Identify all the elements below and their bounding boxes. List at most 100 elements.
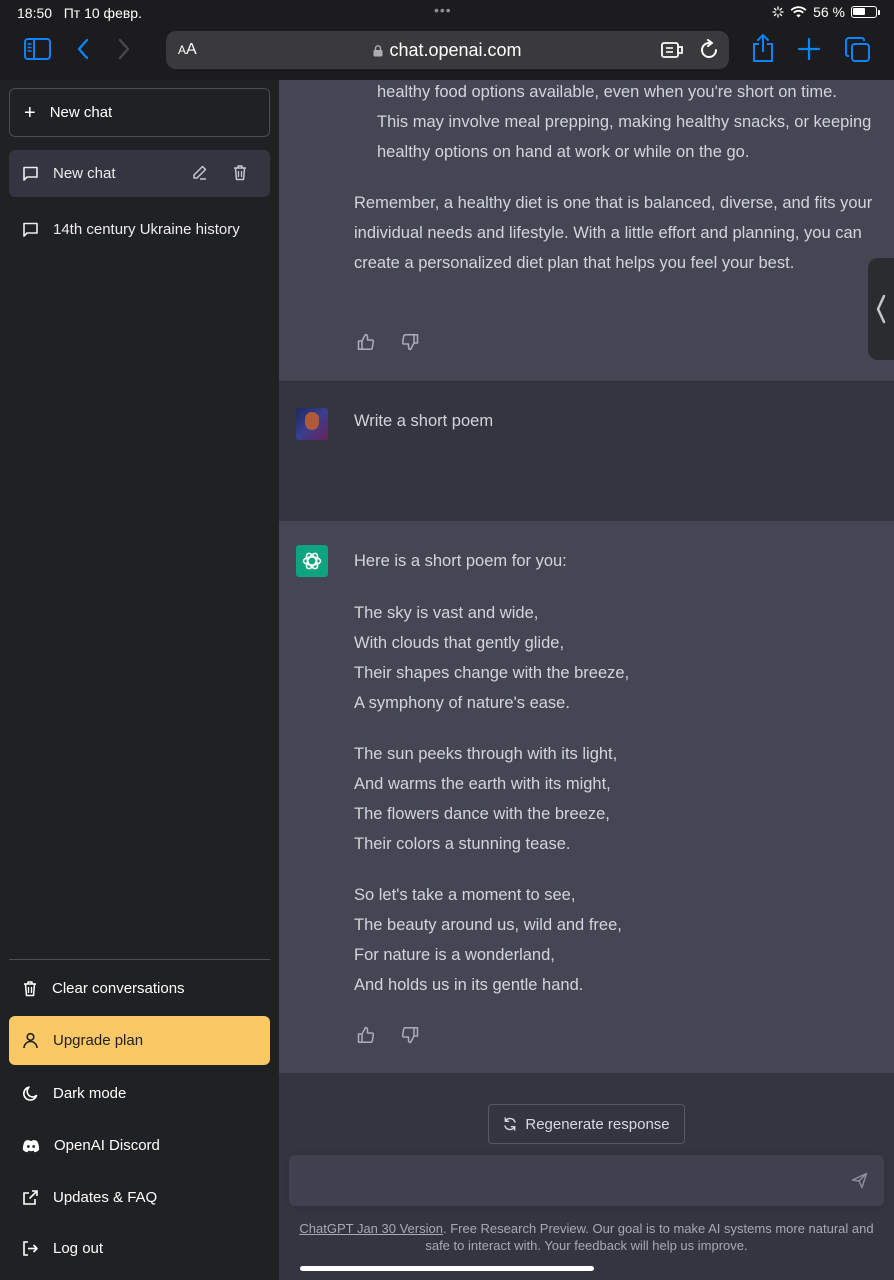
upgrade-plan-label: Upgrade plan — [53, 1032, 144, 1049]
thumbs-up-icon[interactable] — [357, 1026, 375, 1044]
browser-chrome: 18:50 Пт 10 февр. ••• 56 % AA chat.opena… — [0, 0, 894, 80]
poem-line: So let's take a moment to see, — [354, 886, 576, 904]
url-display[interactable]: chat.openai.com — [166, 40, 729, 61]
previous-list-item: healthy food options available, even whe… — [377, 83, 872, 161]
sidebar: + New chat New chat 14th century Ukraine… — [0, 80, 279, 1280]
new-chat-label: New chat — [49, 104, 113, 121]
chat-bubble-icon — [23, 222, 38, 237]
tabs-icon[interactable] — [845, 37, 871, 63]
sidebar-toggle-icon[interactable] — [24, 38, 51, 60]
footer-disclaimer: ChatGPT Jan 30 Version. Free Research Pr… — [293, 1220, 880, 1254]
new-chat-button[interactable]: + New chat — [9, 88, 270, 137]
conversation-label: New chat — [53, 165, 116, 182]
battery-percent: 56 % — [813, 4, 845, 20]
send-icon[interactable] — [851, 1172, 868, 1189]
url-text: chat.openai.com — [389, 40, 522, 60]
openai-logo-icon — [296, 545, 328, 577]
wifi-icon — [790, 6, 807, 18]
forward-icon[interactable] — [117, 38, 131, 60]
poem: The sky is vast and wide, With clouds th… — [354, 598, 874, 1021]
poem-line: Their shapes change with the breeze, — [354, 664, 630, 682]
reload-icon[interactable] — [698, 39, 720, 61]
moon-icon — [23, 1086, 38, 1101]
external-link-icon — [23, 1190, 38, 1205]
poem-line: And warms the earth with its might, — [354, 775, 611, 793]
thumbs-up-icon[interactable] — [357, 333, 375, 351]
home-indicator[interactable] — [300, 1266, 594, 1271]
refresh-icon — [504, 1117, 517, 1131]
footer-text: . Free Research Preview. Our goal is to … — [425, 1221, 874, 1253]
lock-icon — [373, 45, 383, 57]
new-tab-icon[interactable] — [798, 38, 820, 60]
side-panel-handle[interactable] — [868, 258, 894, 360]
plus-icon: + — [24, 101, 36, 124]
openai-discord-label: OpenAI Discord — [54, 1137, 160, 1154]
thumbs-down-icon[interactable] — [401, 333, 419, 351]
back-icon[interactable] — [76, 38, 90, 60]
multitasking-dots-icon[interactable]: ••• — [434, 2, 452, 18]
conversation-item[interactable]: 14th century Ukraine history — [9, 206, 270, 253]
updates-faq-label: Updates & FAQ — [53, 1189, 158, 1206]
poem-stanza: The sky is vast and wide, With clouds th… — [354, 598, 874, 718]
assistant-message: Here is a short poem for you: The sky is… — [279, 521, 894, 1073]
status-date: Пт 10 февр. — [63, 5, 142, 21]
chevron-left-icon — [876, 294, 886, 324]
activity-spinner-icon — [772, 6, 784, 18]
previous-closing-paragraph: Remember, a healthy diet is one that is … — [354, 194, 873, 272]
status-clock: 18:50 — [17, 5, 53, 21]
poem-line: The sun peeks through with its light, — [354, 745, 618, 763]
composer-area: Regenerate response ChatGPT Jan 30 Versi… — [279, 1073, 894, 1280]
poem-line: Their colors a stunning tease. — [354, 835, 571, 853]
share-icon[interactable] — [751, 33, 775, 63]
poem-line: The flowers dance with the breeze, — [354, 805, 610, 823]
address-bar[interactable]: AA chat.openai.com — [166, 31, 729, 69]
updates-faq-link[interactable]: Updates & FAQ — [9, 1173, 270, 1222]
conversation-label: 14th century Ukraine history — [53, 221, 240, 238]
openai-discord-link[interactable]: OpenAI Discord — [9, 1121, 270, 1170]
poem-stanza: The sun peeks through with its light, An… — [354, 739, 874, 859]
dark-mode-label: Dark mode — [53, 1085, 127, 1102]
thumbs-down-icon[interactable] — [401, 1026, 419, 1044]
user-icon — [23, 1032, 38, 1049]
conversation-item-active[interactable]: New chat — [9, 150, 270, 197]
battery-tip — [878, 9, 880, 15]
poem-line: With clouds that gently glide, — [354, 634, 565, 652]
status-indicators: 56 % — [772, 4, 880, 20]
logout-icon — [23, 1241, 38, 1256]
poem-stanza: So let's take a moment to see, The beaut… — [354, 880, 874, 1000]
poem-line: And holds us in its gentle hand. — [354, 976, 584, 994]
poem-line: For nature is a wonderland, — [354, 946, 555, 964]
poem-line: The sky is vast and wide, — [354, 604, 539, 622]
regenerate-label: Regenerate response — [525, 1115, 670, 1133]
user-prompt-text: Write a short poem — [354, 412, 494, 430]
edit-icon[interactable] — [191, 164, 208, 181]
feedback-buttons — [357, 333, 419, 351]
clear-conversations-button[interactable]: Clear conversations — [9, 964, 270, 1013]
user-avatar — [296, 408, 328, 440]
dark-mode-button[interactable]: Dark mode — [9, 1069, 270, 1118]
trash-icon[interactable] — [232, 164, 248, 181]
battery-icon — [851, 6, 877, 18]
chat-bubble-icon — [23, 166, 38, 181]
status-time: 18:50 Пт 10 февр. — [17, 5, 142, 21]
feedback-buttons — [357, 1026, 419, 1044]
conversation-actions — [191, 164, 262, 181]
reply-intro: Here is a short poem for you: — [354, 552, 567, 570]
trash-icon — [24, 981, 36, 997]
clear-conversations-label: Clear conversations — [52, 980, 185, 997]
poem-line: The beauty around us, wild and free, — [354, 916, 622, 934]
poem-line: A symphony of nature's ease. — [354, 694, 570, 712]
log-out-button[interactable]: Log out — [9, 1224, 270, 1273]
regenerate-response-button[interactable]: Regenerate response — [488, 1104, 685, 1144]
assistant-message-previous: healthy food options available, even whe… — [279, 80, 894, 381]
upgrade-plan-button[interactable]: Upgrade plan — [9, 1016, 270, 1065]
sidebar-divider — [9, 959, 270, 960]
log-out-label: Log out — [53, 1240, 104, 1257]
discord-icon — [22, 1139, 40, 1152]
user-message: Write a short poem — [279, 381, 894, 521]
version-link[interactable]: ChatGPT Jan 30 Version — [299, 1221, 443, 1236]
chat-thread: healthy food options available, even whe… — [279, 80, 894, 1280]
openai-logo-glyph — [302, 552, 322, 570]
message-input[interactable] — [289, 1155, 884, 1206]
reader-icon[interactable] — [661, 40, 685, 60]
